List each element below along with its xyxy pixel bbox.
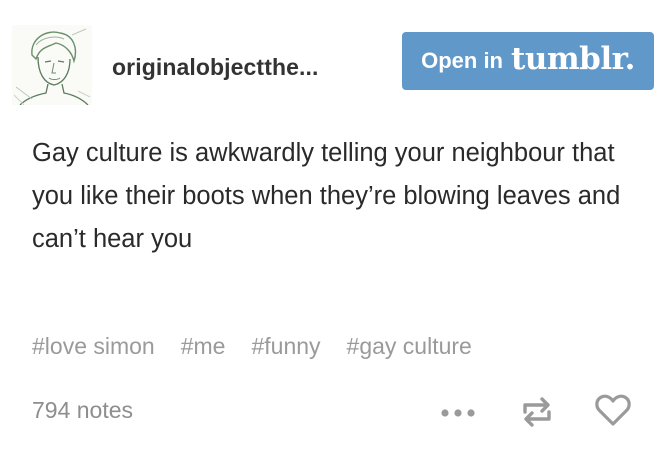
open-in-tumblr-button[interactable]: Open in tumblr. <box>402 32 654 90</box>
tag-gay-culture[interactable]: #gay culture <box>347 333 472 360</box>
open-in-label: Open in <box>421 48 503 73</box>
tag-funny[interactable]: #funny <box>251 333 320 360</box>
tumblr-logo: tumblr. <box>511 41 635 77</box>
notes-count[interactable]: 794 notes <box>32 397 133 424</box>
sketch-portrait-icon <box>12 25 92 105</box>
blog-avatar[interactable] <box>12 25 92 105</box>
reblog-icon[interactable] <box>520 395 554 434</box>
post-text: Gay culture is awkwardly telling your ne… <box>32 139 621 253</box>
blog-username[interactable]: originalobjectthe... <box>112 54 318 81</box>
tag-love-simon[interactable]: #love simon <box>32 333 155 360</box>
heart-icon[interactable] <box>594 393 632 432</box>
post-tags: #love simon #me #funny #gay culture <box>32 333 472 360</box>
more-icon[interactable] <box>440 406 476 424</box>
tag-me[interactable]: #me <box>181 333 226 360</box>
